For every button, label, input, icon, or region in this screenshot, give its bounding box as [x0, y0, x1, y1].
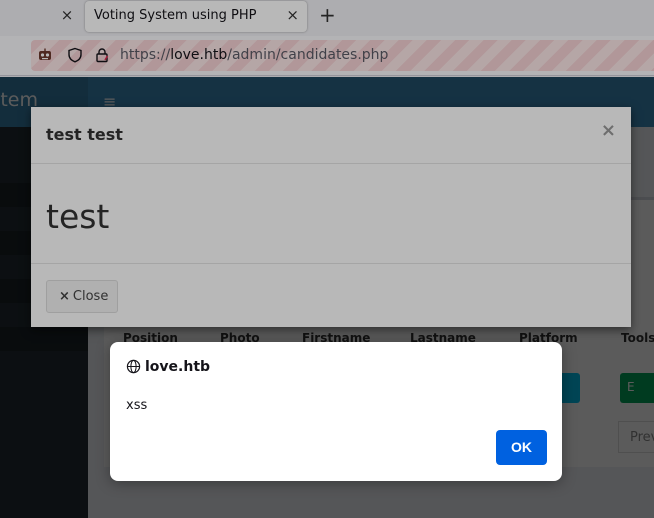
- alert-origin: love.htb: [126, 359, 210, 378]
- globe-icon: [126, 359, 141, 378]
- alert-dialog: love.htb xss OK: [110, 342, 562, 481]
- alert-message: xss: [126, 398, 148, 413]
- alert-origin-text: love.htb: [145, 359, 211, 375]
- alert-ok-button[interactable]: OK: [496, 430, 547, 465]
